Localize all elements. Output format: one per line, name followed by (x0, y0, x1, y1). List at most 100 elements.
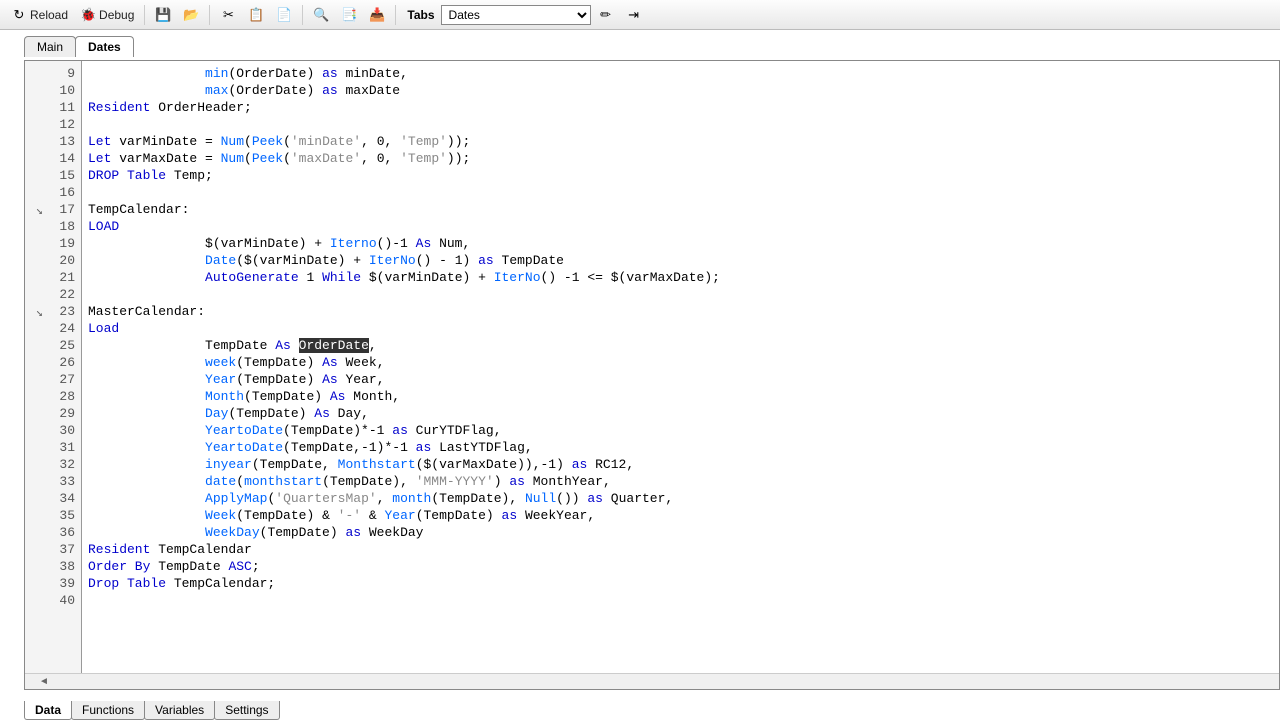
find-icon: 🔍 (313, 7, 329, 23)
load-marker-icon: ↘ (29, 305, 43, 319)
bottom-tab-data[interactable]: Data (24, 701, 72, 720)
find-button[interactable]: 🔍 (308, 4, 334, 26)
code-line[interactable]: Resident OrderHeader; (88, 99, 720, 116)
rename-icon: ✏ (598, 7, 614, 23)
code-line[interactable]: YeartoDate(TempDate,-1)*-1 as LastYTDFla… (88, 439, 720, 456)
reload-label: Reload (30, 8, 68, 22)
scroll-left-arrow[interactable]: ◄ (39, 676, 47, 688)
code-line[interactable]: max(OrderDate) as maxDate (88, 82, 720, 99)
line-number: 16 (25, 184, 81, 201)
code-line[interactable] (88, 116, 720, 133)
selected-text: OrderDate (299, 338, 369, 353)
horizontal-scrollbar[interactable]: ◄ (25, 673, 1279, 689)
code-line[interactable]: LOAD (88, 218, 720, 235)
code-line[interactable] (88, 184, 720, 201)
line-number: 13 (25, 133, 81, 150)
code-line[interactable]: Resident TempCalendar (88, 541, 720, 558)
tabs-dropdown[interactable]: Dates (441, 5, 591, 25)
tab-dates[interactable]: Dates (75, 36, 134, 57)
main-toolbar: ↻ Reload 🐞 Debug 💾 📂 ✂ 📋 📄 🔍 📑 📥 Tabs Da… (0, 0, 1280, 30)
line-number: 27 (25, 371, 81, 388)
new-tab-button[interactable]: 📑 (336, 4, 362, 26)
code-line[interactable]: Year(TempDate) As Year, (88, 371, 720, 388)
code-line[interactable]: Date($(varMinDate) + IterNo() - 1) as Te… (88, 252, 720, 269)
code-line[interactable] (88, 286, 720, 303)
code-line[interactable]: AutoGenerate 1 While $(varMinDate) + Ite… (88, 269, 720, 286)
code-line[interactable]: Day(TempDate) As Day, (88, 405, 720, 422)
line-number: 35 (25, 507, 81, 524)
line-number: 23↘ (25, 303, 81, 320)
tab-main[interactable]: Main (24, 36, 76, 57)
line-number: 18 (25, 218, 81, 235)
line-number: 32 (25, 456, 81, 473)
code-line[interactable]: Month(TempDate) As Month, (88, 388, 720, 405)
line-number: 34 (25, 490, 81, 507)
debug-icon: 🐞 (80, 7, 96, 23)
code-line[interactable]: date(monthstart(TempDate), 'MMM-YYYY') a… (88, 473, 720, 490)
code-line[interactable] (88, 592, 720, 609)
line-number: 14 (25, 150, 81, 167)
paste-icon: 📄 (276, 7, 292, 23)
paste-button[interactable]: 📄 (271, 4, 297, 26)
code-line[interactable]: TempCalendar: (88, 201, 720, 218)
cut-button[interactable]: ✂ (215, 4, 241, 26)
code-line[interactable]: Order By TempDate ASC; (88, 558, 720, 575)
code-line[interactable]: WeekDay(TempDate) as WeekDay (88, 524, 720, 541)
open-button[interactable]: 📂 (178, 4, 204, 26)
line-number: 10 (25, 82, 81, 99)
code-area[interactable]: min(OrderDate) as minDate, max(OrderDate… (82, 61, 720, 689)
code-line[interactable]: Week(TempDate) & '-' & Year(TempDate) as… (88, 507, 720, 524)
code-line[interactable]: week(TempDate) As Week, (88, 354, 720, 371)
code-line[interactable]: $(varMinDate) + Iterno()-1 As Num, (88, 235, 720, 252)
save-button[interactable]: 💾 (150, 4, 176, 26)
line-number: 36 (25, 524, 81, 541)
line-number-gutter: 91011121314151617↘181920212223↘242526272… (25, 61, 82, 689)
promote-icon: ⇥ (626, 7, 642, 23)
line-number: 33 (25, 473, 81, 490)
reload-button[interactable]: ↻ Reload (6, 4, 73, 26)
line-number: 12 (25, 116, 81, 133)
promote-tab-button[interactable]: ⇥ (621, 4, 647, 26)
bottom-panel-tabs: Data Functions Variables Settings (24, 701, 279, 720)
bottom-tab-settings[interactable]: Settings (214, 701, 279, 720)
bottom-tab-variables[interactable]: Variables (144, 701, 215, 720)
tabs-label: Tabs (401, 8, 438, 22)
line-number: 9 (25, 65, 81, 82)
script-tabs: Main Dates (0, 30, 1280, 57)
toolbar-separator (144, 5, 145, 25)
code-line[interactable]: inyear(TempDate, Monthstart($(varMaxDate… (88, 456, 720, 473)
line-number: 26 (25, 354, 81, 371)
line-number: 29 (25, 405, 81, 422)
line-number: 39 (25, 575, 81, 592)
copy-button[interactable]: 📋 (243, 4, 269, 26)
line-number: 30 (25, 422, 81, 439)
line-number: 31 (25, 439, 81, 456)
include-button[interactable]: 📥 (364, 4, 390, 26)
line-number: 22 (25, 286, 81, 303)
bottom-tab-functions[interactable]: Functions (71, 701, 145, 720)
line-number: 15 (25, 167, 81, 184)
debug-label: Debug (99, 8, 134, 22)
load-marker-icon: ↘ (29, 203, 43, 217)
code-line[interactable]: min(OrderDate) as minDate, (88, 65, 720, 82)
code-line[interactable]: DROP Table Temp; (88, 167, 720, 184)
rename-tab-button[interactable]: ✏ (593, 4, 619, 26)
new-tab-icon: 📑 (341, 7, 357, 23)
line-number: 17↘ (25, 201, 81, 218)
code-line[interactable]: TempDate As OrderDate, (88, 337, 720, 354)
code-line[interactable]: MasterCalendar: (88, 303, 720, 320)
line-number: 20 (25, 252, 81, 269)
line-number: 24 (25, 320, 81, 337)
code-line[interactable]: Load (88, 320, 720, 337)
debug-button[interactable]: 🐞 Debug (75, 4, 139, 26)
code-line[interactable]: ApplyMap('QuartersMap', month(TempDate),… (88, 490, 720, 507)
editor-scroll[interactable]: 91011121314151617↘181920212223↘242526272… (25, 61, 1279, 689)
code-line[interactable]: YeartoDate(TempDate)*-1 as CurYTDFlag, (88, 422, 720, 439)
script-editor: 91011121314151617↘181920212223↘242526272… (24, 60, 1280, 690)
line-number: 37 (25, 541, 81, 558)
code-line[interactable]: Let varMinDate = Num(Peek('minDate', 0, … (88, 133, 720, 150)
toolbar-separator (302, 5, 303, 25)
code-line[interactable]: Let varMaxDate = Num(Peek('maxDate', 0, … (88, 150, 720, 167)
code-line[interactable]: Drop Table TempCalendar; (88, 575, 720, 592)
line-number: 11 (25, 99, 81, 116)
